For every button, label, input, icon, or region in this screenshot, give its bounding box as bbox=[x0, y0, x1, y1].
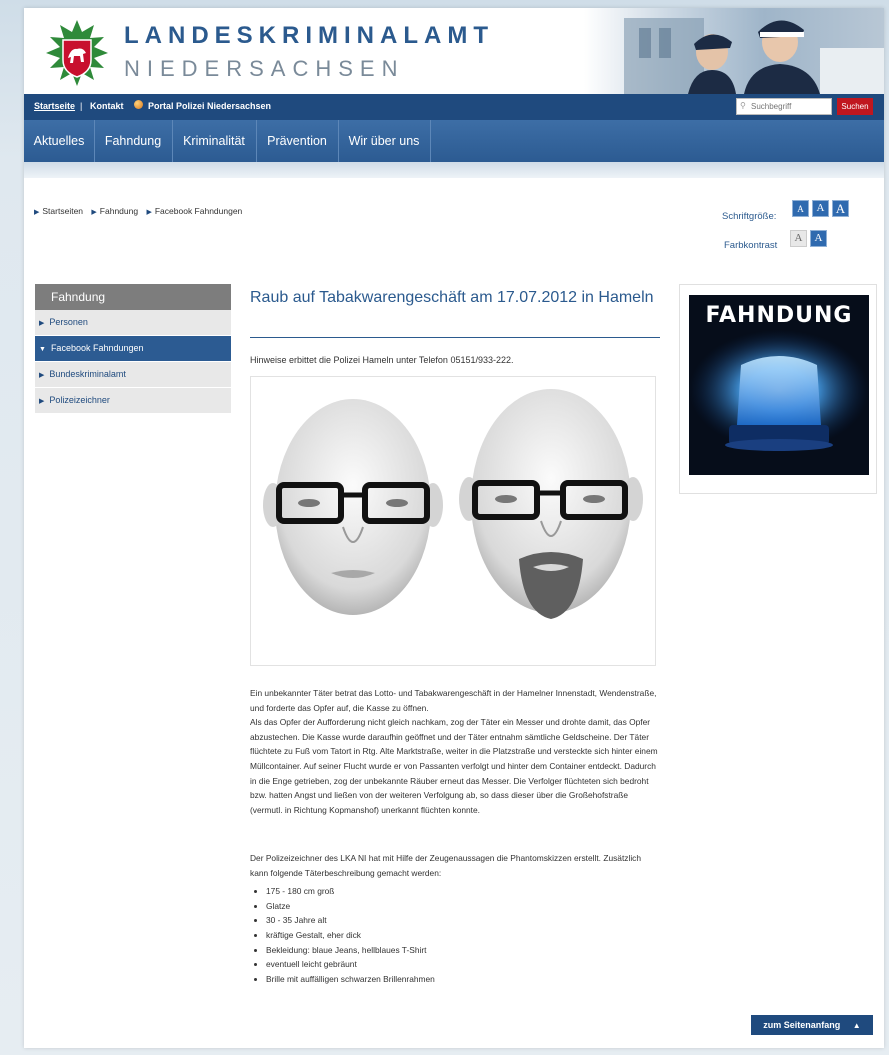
nav-aktuelles[interactable]: Aktuelles bbox=[24, 120, 95, 162]
sidebar: Fahndung ▶ Personen ▼ Facebook Fahndungen … bbox=[35, 284, 231, 414]
back-to-top-label: zum Seitenanfang bbox=[763, 1020, 841, 1030]
fontsize-small-button[interactable]: A bbox=[792, 200, 809, 217]
arrow-right-icon: ▶ bbox=[39, 398, 45, 405]
sidebar-item-bundeskriminalamt[interactable]: ▶ Bundeskriminalamt bbox=[35, 362, 231, 388]
article-paragraph: Ein unbekannter Täter betrat das Lotto- … bbox=[250, 688, 657, 713]
sidebar-item-label: Polizeizeichner bbox=[49, 395, 110, 405]
site-title-line1: LANDESKRIMINALAMT bbox=[124, 22, 494, 49]
utility-divider: | bbox=[80, 101, 83, 111]
article-heading: Raub auf Tabakwarengeschäft am 17.07.201… bbox=[250, 289, 654, 306]
police-officers-illustration bbox=[624, 18, 884, 94]
nav-shadow-strip bbox=[24, 162, 884, 178]
nav-kriminalitaet[interactable]: Kriminalität bbox=[172, 120, 257, 162]
breadcrumb-arrow-icon: ▶ bbox=[146, 209, 152, 216]
site-header: LANDESKRIMINALAMT NIEDERSACHSEN bbox=[24, 8, 884, 94]
utility-bar: Startseite | Kontakt Portal Polizei Nied… bbox=[24, 94, 884, 120]
sidebar-item-polizeizeichner[interactable]: ▶ Polizeizeichner bbox=[35, 388, 231, 414]
breadcrumb-startseiten[interactable]: Startseiten bbox=[42, 206, 83, 216]
fontsize-label: Schriftgröße: bbox=[722, 211, 777, 222]
article-intro: Hinweise erbittet die Polizei Hameln unt… bbox=[250, 355, 514, 365]
breadcrumb-arrow-icon: ▶ bbox=[34, 209, 40, 216]
list-item: 175 - 180 cm groß bbox=[266, 884, 660, 899]
suspect-description: Der Polizeizeichner des LKA NI hat mit H… bbox=[250, 851, 660, 986]
search-input[interactable] bbox=[736, 98, 832, 115]
list-item: 30 - 35 Jahre alt bbox=[266, 913, 660, 928]
list-item: kräftige Gestalt, eher dick bbox=[266, 928, 660, 943]
list-item: Bekleidung: blaue Jeans, hellblaues T-Sh… bbox=[266, 943, 660, 958]
phantom-sketch-image[interactable] bbox=[250, 376, 656, 666]
arrow-right-icon: ▶ bbox=[39, 372, 45, 379]
fahndung-teaser[interactable]: FAHNDUNG bbox=[679, 284, 877, 494]
startseite-link[interactable]: Startseite bbox=[34, 101, 75, 111]
sidebar-item-label: Personen bbox=[49, 317, 88, 327]
contrast-normal-button[interactable]: A bbox=[790, 230, 807, 247]
main-navigation: Aktuelles Fahndung Kriminalität Präventi… bbox=[24, 120, 884, 162]
fontsize-large-button[interactable]: A bbox=[832, 200, 849, 217]
fontsize-medium-button[interactable]: A bbox=[812, 200, 829, 217]
article-paragraph: Der Polizeizeichner des LKA NI hat mit H… bbox=[250, 853, 642, 878]
contrast-high-button[interactable]: A bbox=[810, 230, 827, 247]
page-frame: LANDESKRIMINALAMT NIEDERSACHSEN Startsei… bbox=[24, 8, 884, 1048]
sidebar-item-facebook-fahndungen[interactable]: ▼ Facebook Fahndungen bbox=[35, 336, 231, 362]
sidebar-item-label: Bundeskriminalamt bbox=[49, 369, 126, 379]
site-title-line2: NIEDERSACHSEN bbox=[124, 56, 405, 81]
breadcrumb-arrow-icon: ▶ bbox=[91, 209, 97, 216]
header-police-photo bbox=[584, 8, 884, 94]
arrow-right-icon: ▶ bbox=[39, 320, 45, 327]
blue-siren-icon bbox=[689, 330, 869, 451]
contrast-label: Farbkontrast bbox=[724, 240, 778, 251]
sketch-face-right bbox=[459, 389, 643, 619]
sidebar-item-label: Facebook Fahndungen bbox=[50, 343, 144, 353]
nav-wir-ueber-uns[interactable]: Wir über uns bbox=[338, 120, 431, 162]
sidebar-heading: Fahndung bbox=[35, 284, 231, 310]
list-item: Brille mit auffälligen schwarzen Brillen… bbox=[266, 972, 660, 987]
nav-fahndung[interactable]: Fahndung bbox=[94, 120, 173, 162]
article-body: Ein unbekannter Täter betrat das Lotto- … bbox=[250, 686, 660, 829]
back-to-top-button[interactable]: zum Seitenanfang ▲ bbox=[751, 1015, 873, 1035]
kontakt-link[interactable]: Kontakt bbox=[90, 101, 124, 111]
sketch-face-left bbox=[263, 399, 443, 615]
phantom-sketch-drawing bbox=[263, 389, 643, 619]
blue-light-image: FAHNDUNG bbox=[689, 295, 869, 475]
breadcrumb-facebook-fahndungen[interactable]: Facebook Fahndungen bbox=[155, 206, 242, 216]
search-button[interactable]: Suchen bbox=[837, 98, 873, 115]
sidebar-item-personen[interactable]: ▶ Personen bbox=[35, 310, 231, 336]
breadcrumb: ▶ Startseiten ▶ Fahndung ▶ Facebook Fahndun… bbox=[34, 206, 242, 216]
lower-saxony-crest-logo[interactable] bbox=[46, 20, 108, 86]
portal-star-icon bbox=[134, 100, 143, 109]
arrow-down-icon: ▼ bbox=[39, 346, 46, 353]
nav-praevention[interactable]: Prävention bbox=[256, 120, 339, 162]
heading-divider bbox=[250, 337, 660, 338]
search-icon: ⚲ bbox=[740, 101, 746, 110]
suspect-details-list: 175 - 180 cm groß Glatze 30 - 35 Jahre a… bbox=[250, 884, 660, 986]
list-item: Glatze bbox=[266, 899, 660, 914]
article-paragraph: Als das Opfer der Aufforderung nicht gle… bbox=[250, 717, 658, 815]
breadcrumb-fahndung[interactable]: Fahndung bbox=[100, 206, 138, 216]
portal-polizei-link[interactable]: Portal Polizei Niedersachsen bbox=[148, 101, 271, 111]
caret-up-icon: ▲ bbox=[852, 1021, 861, 1030]
list-item: eventuell leicht gebräunt bbox=[266, 957, 660, 972]
